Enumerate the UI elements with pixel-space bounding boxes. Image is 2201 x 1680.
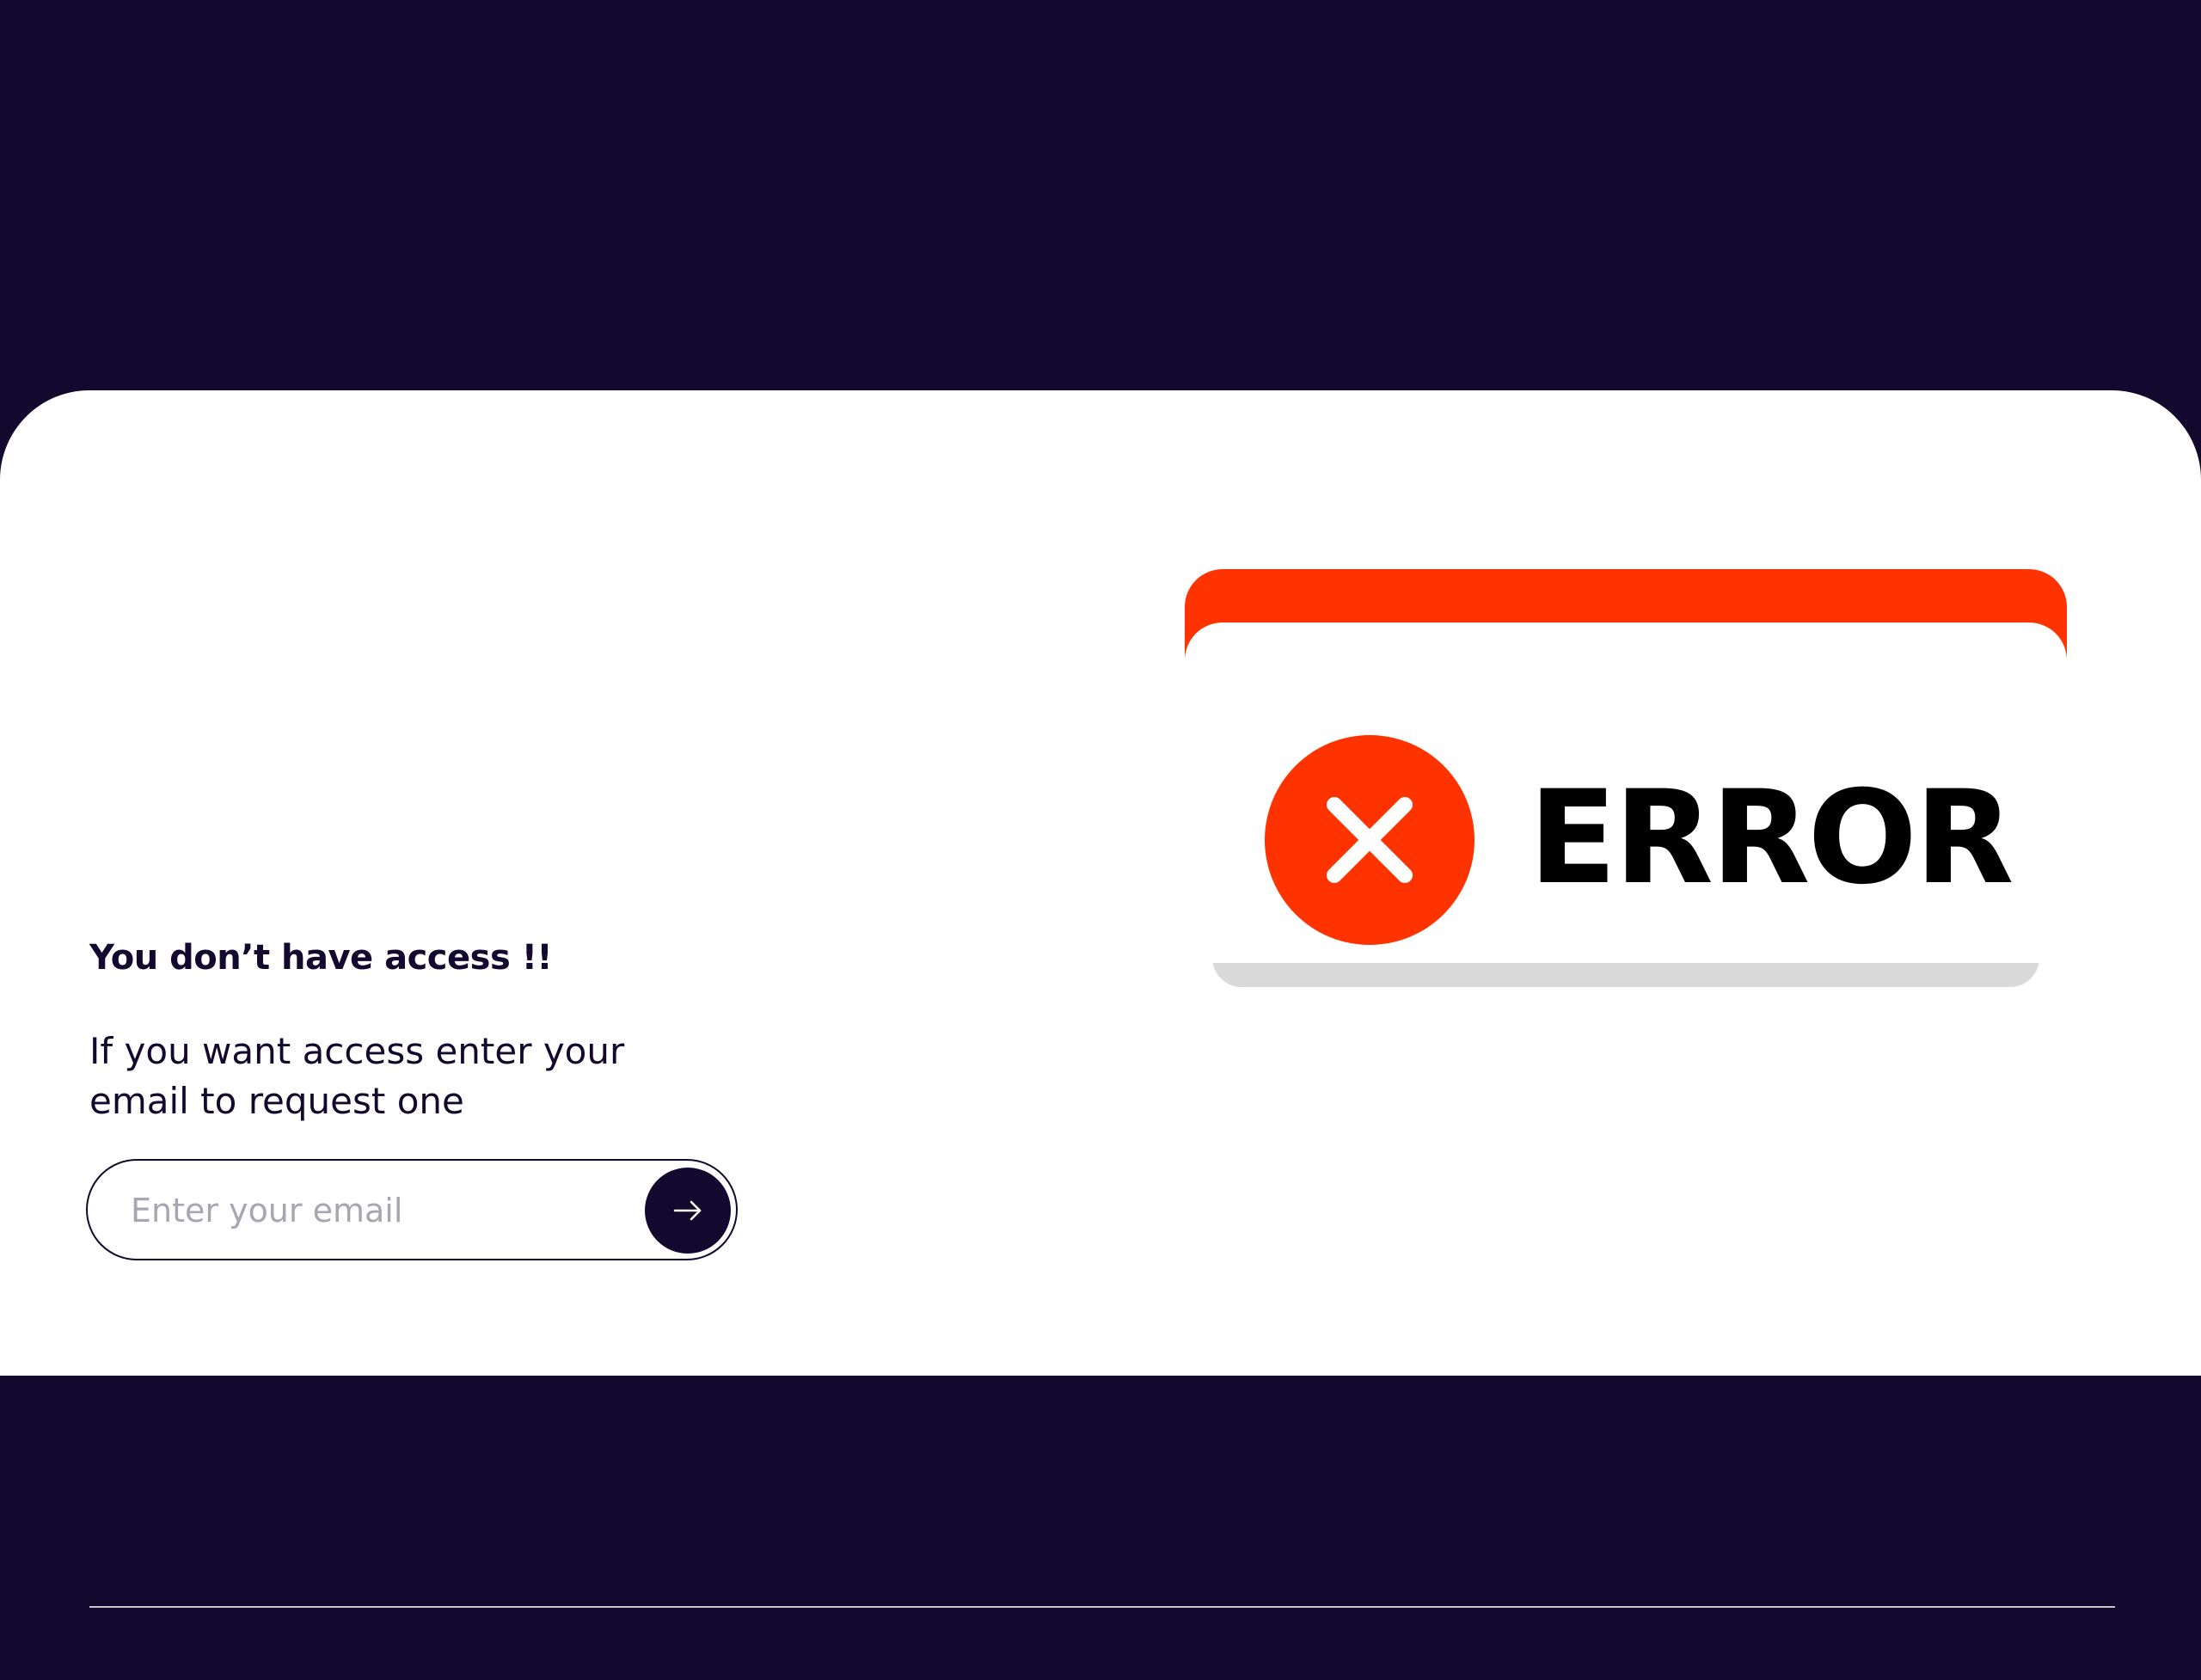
terms-conditions-link[interactable]: Terms & Conditions xyxy=(1816,1637,2115,1680)
footer-divider xyxy=(89,1606,2115,1608)
submit-email-button[interactable] xyxy=(645,1168,731,1254)
hero-band xyxy=(0,0,2201,395)
access-description: If you want access enter your email to r… xyxy=(89,1030,625,1122)
error-label: ERROR xyxy=(1529,763,2014,913)
arrow-right-icon xyxy=(673,1200,702,1221)
page-title: You don’t have access !! xyxy=(89,938,553,978)
email-request-form xyxy=(86,1159,738,1260)
error-illustration: ERROR xyxy=(1185,569,2067,990)
error-badge xyxy=(1265,735,1474,945)
close-icon xyxy=(1327,797,1413,883)
email-input[interactable] xyxy=(131,1185,612,1236)
error-panel: ERROR xyxy=(1185,622,2067,963)
